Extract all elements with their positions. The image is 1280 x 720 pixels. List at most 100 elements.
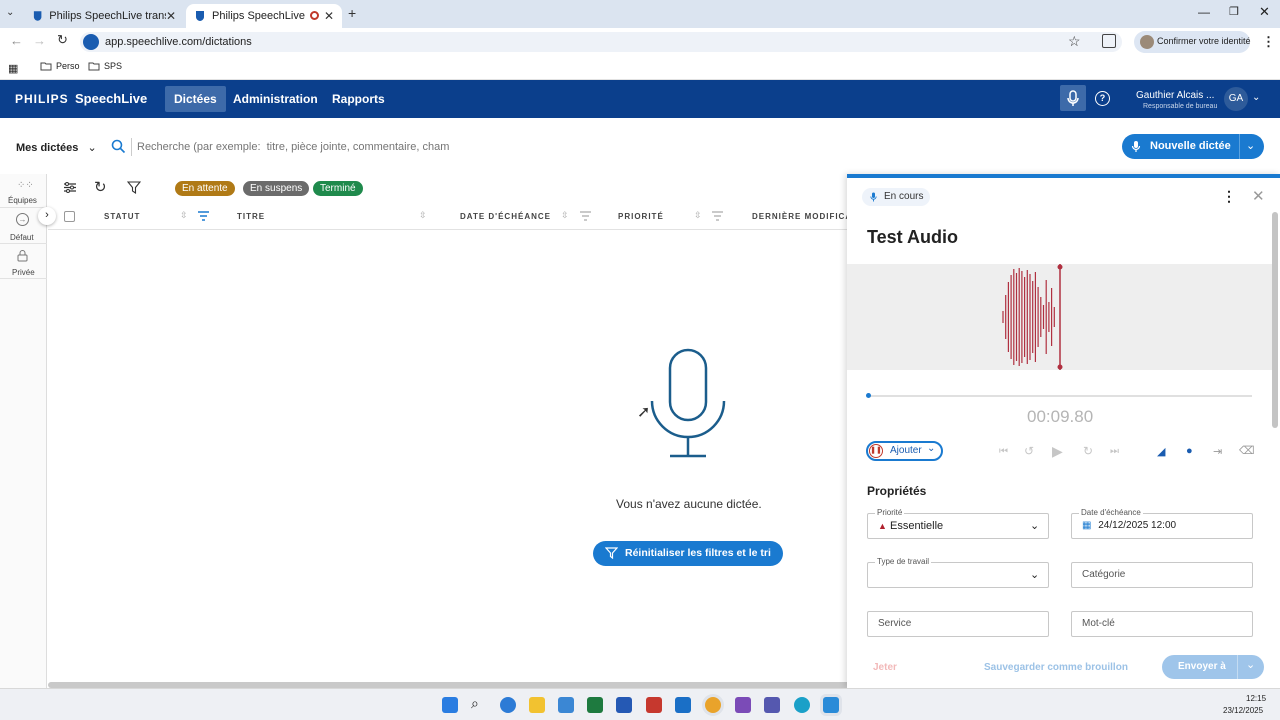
nav-rapports[interactable]: Rapports [323, 86, 394, 112]
user-role: Responsable de bureau [1143, 103, 1218, 110]
close-icon[interactable]: ✕ [324, 9, 334, 23]
tab-list-chevron-icon[interactable]: ⌄ [6, 7, 14, 18]
search-icon[interactable]: ⌕ [471, 695, 479, 712]
chevron-down-icon[interactable]: ⌄ [1246, 658, 1255, 671]
sliders-icon[interactable] [63, 181, 77, 194]
priority-value: Essentielle [889, 520, 944, 532]
filter-pill-en-attente[interactable]: En attente [175, 181, 235, 196]
microphone-icon [870, 192, 877, 202]
skip-start-icon[interactable]: ⏮ [999, 446, 1008, 457]
search-icon[interactable] [111, 139, 126, 154]
windows-start-icon[interactable] [442, 697, 458, 713]
sidebar-item-label: Privée [12, 268, 35, 277]
browser-tab-2[interactable]: Philips SpeechLive ✕ [186, 4, 342, 28]
send-to-button[interactable]: Envoyer à ⌄ [1162, 655, 1264, 679]
save-draft-button[interactable]: Sauvegarder comme brouillon [984, 662, 1128, 673]
dictation-title: Test Audio [867, 227, 958, 247]
notes-app-icon[interactable] [735, 697, 751, 713]
bookmark-star-icon[interactable]: ☆ [1068, 33, 1081, 50]
service-input[interactable]: Service [867, 611, 1049, 637]
filter-pill-termine[interactable]: Terminé [313, 181, 363, 196]
progress-track[interactable] [866, 393, 1252, 398]
column-header-statut[interactable]: STATUT [104, 212, 140, 221]
column-header-derniere-modification[interactable]: DERNIÈRE MODIFICA [752, 212, 852, 221]
sidebar-item-equipes[interactable]: ⁘⁘ Équipes [0, 176, 47, 208]
remote-desktop-icon[interactable] [558, 697, 574, 713]
record-append-button[interactable]: ❚❚ Ajouter ⌄ [866, 441, 943, 461]
filter-icon[interactable] [127, 181, 141, 194]
category-input[interactable]: Catégorie [1071, 562, 1253, 588]
scope-selector[interactable]: Mes dictées ⌄ [16, 141, 97, 154]
word-icon[interactable] [616, 697, 632, 713]
chrome-icon[interactable] [705, 697, 721, 713]
url-bar[interactable]: app.speechlive.com/dictations ☆ [80, 32, 1122, 52]
nav-administration[interactable]: Administration [224, 86, 327, 112]
new-dictation-button[interactable]: Nouvelle dictée ⌄ [1122, 134, 1264, 159]
extensions-icon[interactable] [1102, 34, 1116, 48]
edge-icon[interactable] [794, 697, 810, 713]
status-badge: En cours [862, 188, 930, 206]
insert-mode-icon[interactable]: ◢ [1157, 445, 1165, 458]
new-tab-icon[interactable]: + [348, 5, 356, 21]
file-explorer-icon[interactable] [529, 697, 545, 713]
chevron-down-icon[interactable]: ⌄ [1246, 139, 1255, 152]
nav-dictees[interactable]: Dictées [165, 86, 226, 112]
column-filter-icon[interactable] [580, 211, 591, 221]
window-close-icon[interactable]: ✕ [1259, 4, 1270, 20]
column-header-titre[interactable]: TITRE [237, 212, 265, 221]
excel-icon[interactable] [587, 697, 603, 713]
column-filter-icon[interactable] [712, 211, 723, 221]
browser-tab-1[interactable]: Philips SpeechLive transcrit vo ✕ [24, 4, 184, 28]
outlook-icon[interactable] [675, 697, 691, 713]
column-header-date-echeance[interactable]: DATE D'ÉCHÉANCE [460, 212, 551, 221]
more-options-icon[interactable]: ⋮ [1222, 188, 1236, 205]
speechlive-app-icon[interactable] [823, 697, 839, 713]
skip-end-icon[interactable]: ⏭ [1110, 446, 1119, 457]
waveform-area[interactable] [847, 264, 1272, 370]
sidebar-item-privee[interactable]: Privée [0, 247, 47, 279]
bookmark-sps[interactable]: SPS [88, 61, 122, 71]
append-mode-icon[interactable]: ⇥ [1213, 445, 1222, 458]
reload-icon[interactable]: ↻ [57, 32, 68, 48]
select-all-checkbox[interactable] [64, 211, 75, 222]
refresh-icon[interactable]: ↻ [94, 178, 107, 196]
sort-icon[interactable]: ⇳ [561, 210, 569, 221]
forward-icon[interactable]: ↻ [1083, 444, 1093, 458]
search-input[interactable] [137, 139, 449, 155]
play-icon[interactable]: ▶ [1052, 443, 1063, 460]
sort-icon[interactable]: ⇳ [419, 210, 427, 221]
site-info-icon[interactable] [83, 34, 99, 50]
keyword-input[interactable]: Mot-clé [1071, 611, 1253, 637]
microphone-settings-button[interactable] [1060, 85, 1086, 111]
apps-grid-icon[interactable]: ▦ [8, 62, 18, 75]
back-icon[interactable]: ← [10, 33, 23, 48]
forward-icon[interactable]: → [33, 33, 46, 48]
pdf-reader-icon[interactable] [646, 697, 662, 713]
close-icon[interactable]: ✕ [1252, 187, 1265, 205]
sort-icon[interactable]: ⇳ [694, 210, 702, 221]
rewind-icon[interactable]: ↺ [1024, 444, 1034, 458]
sidebar-item-label: Défaut [10, 233, 34, 242]
meet-app-icon[interactable] [500, 697, 516, 713]
progress-handle[interactable] [866, 393, 871, 398]
teams-icon[interactable] [764, 697, 780, 713]
help-icon[interactable]: ? [1095, 91, 1110, 106]
overwrite-mode-icon[interactable]: ● [1186, 445, 1193, 457]
close-icon[interactable]: ✕ [166, 9, 176, 23]
sort-icon[interactable]: ⇳ [180, 210, 188, 221]
profile-button[interactable]: Confirmer votre identité [1134, 31, 1251, 53]
chevron-down-icon[interactable]: ⌄ [1252, 92, 1260, 103]
reset-filters-button[interactable]: Réinitialiser les filtres et le tri [593, 541, 783, 566]
panel-scrollbar[interactable] [1272, 212, 1278, 428]
user-avatar[interactable]: GA [1224, 87, 1248, 111]
pill-label: Terminé [320, 183, 356, 194]
browser-menu-icon[interactable]: ⋮ [1262, 34, 1275, 50]
delete-icon[interactable]: ⌫ [1239, 444, 1255, 457]
minimize-icon[interactable]: — [1198, 5, 1210, 19]
filter-pill-en-suspens[interactable]: En suspens [243, 181, 310, 196]
discard-button[interactable]: Jeter [873, 662, 897, 673]
column-header-priorite[interactable]: PRIORITÉ [618, 212, 664, 221]
restore-icon[interactable]: ❐ [1229, 5, 1239, 18]
bookmark-perso[interactable]: Perso [40, 61, 80, 71]
column-filter-icon[interactable] [198, 211, 209, 221]
